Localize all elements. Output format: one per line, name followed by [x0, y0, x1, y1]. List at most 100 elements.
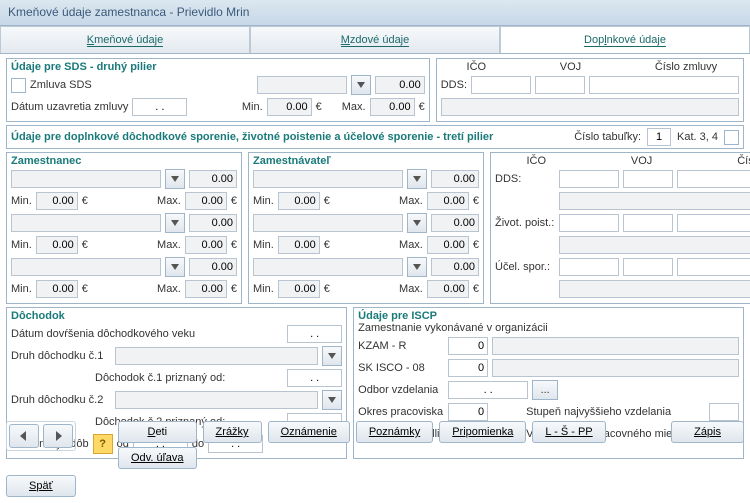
iscp-isco-desc[interactable]	[492, 359, 739, 377]
nav-prev[interactable]	[9, 424, 39, 448]
btn-lspp[interactable]: L - Š - PP	[532, 421, 605, 443]
p3-kat-label: Kat. 3, 4	[677, 131, 718, 143]
iscp-isco[interactable]	[448, 359, 488, 377]
head-voj: VOJ	[560, 61, 581, 73]
iscp-stupen[interactable]	[709, 403, 739, 421]
r-dds-ico[interactable]	[559, 170, 619, 188]
sds-min-label: Min.	[242, 101, 263, 113]
zc-r1-min[interactable]	[36, 192, 78, 210]
zc-r1-drop[interactable]	[165, 169, 185, 189]
zmluva-sds-checkbox[interactable]	[11, 78, 26, 93]
zv-r1-max[interactable]	[427, 192, 469, 210]
zv-r1-sel[interactable]	[253, 170, 403, 188]
iscp-kzam-desc[interactable]	[492, 337, 739, 355]
zv-r2-val[interactable]	[431, 214, 479, 232]
r-dds-sel[interactable]	[559, 192, 750, 210]
btn-zrazky[interactable]: Zrážky	[203, 421, 262, 443]
zc-r2-val[interactable]	[189, 214, 237, 232]
window-title: Kmeňové údaje zamestnanca - Prievidlo Mr…	[0, 0, 750, 26]
btn-odv[interactable]: Odv. úľava	[118, 447, 197, 469]
zc-r3-drop[interactable]	[165, 257, 185, 277]
dds-ico[interactable]	[471, 76, 531, 94]
btn-poznamky[interactable]: Poznámky	[356, 421, 433, 443]
zc-r3-val[interactable]	[189, 258, 237, 276]
r-ucel-voj[interactable]	[623, 258, 673, 276]
zv-r3-val[interactable]	[431, 258, 479, 276]
sds-title: Údaje pre SDS - druhý pilier	[11, 61, 425, 73]
doch-druh2-sel[interactable]	[115, 391, 318, 409]
zc-r1-val[interactable]	[189, 170, 237, 188]
btn-zapis[interactable]: Zápis	[671, 421, 744, 443]
doch-druh1-sel[interactable]	[115, 347, 318, 365]
zc-r2-drop[interactable]	[165, 213, 185, 233]
p3-tabnum[interactable]	[647, 128, 671, 146]
zv-r1-min[interactable]	[278, 192, 320, 210]
zv-r3-drop[interactable]	[407, 257, 427, 277]
dds-voj[interactable]	[535, 76, 585, 94]
btn-oznamenie[interactable]: Oznámenie	[268, 421, 350, 443]
doch-druh2-drop[interactable]	[322, 390, 342, 410]
r-ucel-label: Účel. spor.:	[495, 261, 555, 273]
head-cz: Číslo zmluvy	[655, 61, 717, 73]
tab-mzdove[interactable]: Mzdové údaje	[250, 26, 500, 53]
r-zivot-label: Život. poist.:	[495, 217, 555, 229]
zc-r2-sel[interactable]	[11, 214, 161, 232]
tab-kmenove[interactable]: Kmeňové údaje	[0, 26, 250, 53]
r-ucel-ico[interactable]	[559, 258, 619, 276]
zv-r2-sel[interactable]	[253, 214, 403, 232]
zmluva-sds-label: Zmluva SDS	[30, 79, 92, 91]
head-ico: IČO	[467, 61, 487, 73]
odbor-picker[interactable]: ...	[532, 380, 558, 400]
r-zivot-ico[interactable]	[559, 214, 619, 232]
zc-r1-sel[interactable]	[11, 170, 161, 188]
zc-r2-max[interactable]	[185, 236, 227, 254]
zc-r1-max[interactable]	[185, 192, 227, 210]
r-ucel-cz[interactable]	[677, 258, 750, 276]
p3-tabnum-label: Číslo tabuľky:	[574, 131, 641, 143]
iscp-odbor[interactable]	[448, 381, 528, 399]
sds-dropdown-value[interactable]	[257, 76, 347, 94]
zc-r3-min[interactable]	[36, 280, 78, 298]
r-dds-cz[interactable]	[677, 170, 750, 188]
nav-next[interactable]	[43, 424, 73, 448]
zamestnavatel-title: Zamestnávateľ	[253, 155, 479, 167]
r-zivot-sel[interactable]	[559, 236, 750, 254]
sds-datum-input[interactable]	[132, 98, 187, 116]
r-zivot-voj[interactable]	[623, 214, 673, 232]
dds-label: DDS:	[441, 79, 467, 91]
doch-druh1-drop[interactable]	[322, 346, 342, 366]
zv-r3-min[interactable]	[278, 280, 320, 298]
iscp-kzam[interactable]	[448, 337, 488, 355]
zc-r3-max[interactable]	[185, 280, 227, 298]
zv-r3-max[interactable]	[427, 280, 469, 298]
zv-r2-max[interactable]	[427, 236, 469, 254]
doch-priz1-input[interactable]	[287, 369, 342, 387]
sds-min-input[interactable]	[267, 98, 312, 116]
btn-pripomienka[interactable]: Pripomienka	[439, 421, 526, 443]
zamestnanec-title: Zamestnanec	[11, 155, 237, 167]
r-ucel-sel[interactable]	[559, 280, 750, 298]
zc-r2-min[interactable]	[36, 236, 78, 254]
r-dds-voj[interactable]	[623, 170, 673, 188]
sds-value[interactable]	[375, 76, 425, 94]
doch-vek-input[interactable]	[287, 325, 342, 343]
zv-r2-drop[interactable]	[407, 213, 427, 233]
r-zivot-cz[interactable]	[677, 214, 750, 232]
dds-select-value[interactable]	[441, 98, 739, 116]
btn-deti[interactable]: Deti	[118, 421, 197, 443]
iscp-zam-label: Zamestnanie vykonávané v organizácii	[358, 322, 739, 334]
sds-dropdown[interactable]	[351, 75, 371, 95]
iscp-okres[interactable]	[448, 403, 488, 421]
zc-r3-sel[interactable]	[11, 258, 161, 276]
tab-doplnkove[interactable]: Doplnkové údaje	[500, 26, 750, 53]
zv-r1-drop[interactable]	[407, 169, 427, 189]
p3-kat-checkbox[interactable]	[724, 130, 739, 145]
p3-title: Údaje pre doplnkové dôchodkové sporenie,…	[11, 131, 568, 143]
zv-r3-sel[interactable]	[253, 258, 403, 276]
btn-spat[interactable]: Späť	[6, 475, 76, 497]
iscp-title: Údaje pre ISCP	[358, 310, 739, 322]
zv-r1-val[interactable]	[431, 170, 479, 188]
zv-r2-min[interactable]	[278, 236, 320, 254]
sds-max-input[interactable]	[370, 98, 415, 116]
dds-cz[interactable]	[589, 76, 739, 94]
